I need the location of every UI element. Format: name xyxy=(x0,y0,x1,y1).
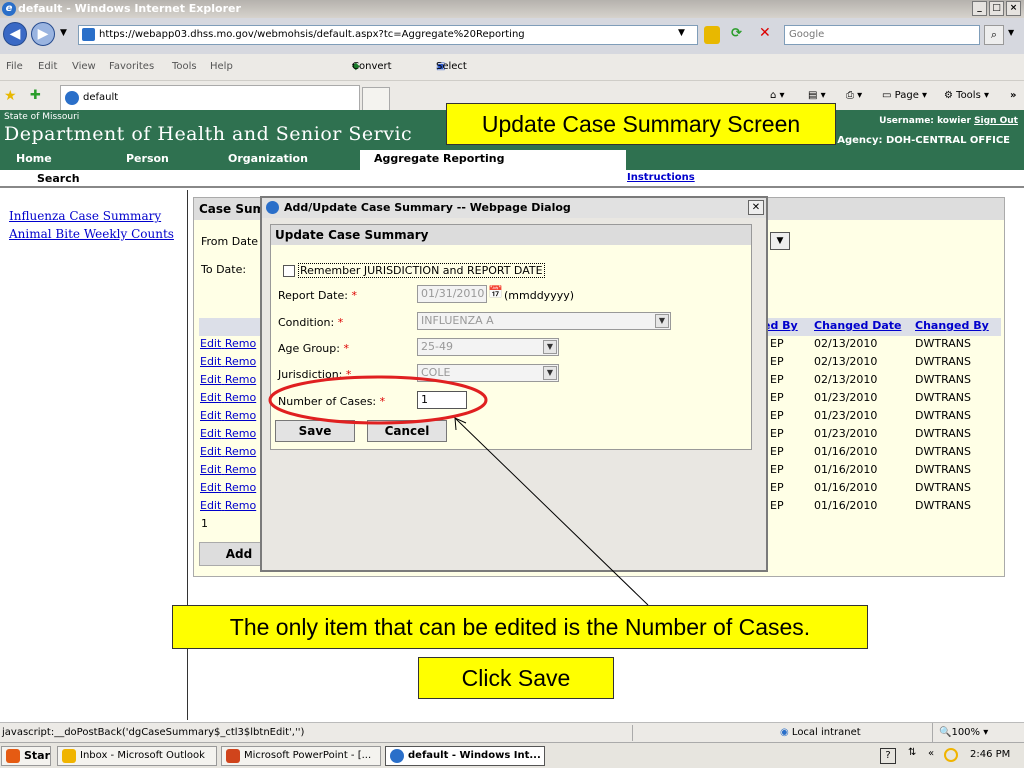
zoom-control[interactable]: 🔍100% ▾ xyxy=(932,723,988,742)
zone-indicator[interactable]: ◉ Local intranet xyxy=(780,723,861,742)
globe-icon: ◉ xyxy=(780,727,789,738)
callout-title: Update Case Summary Screen xyxy=(446,103,836,145)
ie-icon xyxy=(390,749,404,763)
taskbar-item-powerpoint[interactable]: Microsoft PowerPoint - [... xyxy=(221,746,381,766)
outlook-icon xyxy=(62,749,76,763)
help-icon[interactable]: ? xyxy=(880,748,896,764)
powerpoint-icon xyxy=(226,749,240,763)
taskbar-item-label: Microsoft PowerPoint - [... xyxy=(244,750,372,761)
callout-editable-note: The only item that can be edited is the … xyxy=(172,605,868,649)
status-text: javascript:__doPostBack('dgCaseSummary$_… xyxy=(2,727,305,738)
tray-network-icon[interactable]: ⇅ xyxy=(908,747,916,758)
taskbar-item-ie[interactable]: default - Windows Int... xyxy=(385,746,545,766)
start-label: Start xyxy=(24,749,51,762)
tray-expand-icon[interactable]: « xyxy=(928,748,934,759)
taskbar-item-label: default - Windows Int... xyxy=(408,750,541,761)
pointer-line xyxy=(454,417,649,606)
start-button[interactable]: Start xyxy=(1,746,51,766)
clock: 2:46 PM xyxy=(970,749,1011,760)
zoom-level: 100% xyxy=(951,727,981,738)
status-bar: javascript:__doPostBack('dgCaseSummary$_… xyxy=(0,722,1024,742)
highlight-ellipse xyxy=(268,375,488,425)
callout-editable-note-text: The only item that can be edited is the … xyxy=(229,614,811,640)
windows-logo-icon xyxy=(6,749,20,763)
taskbar-item-outlook[interactable]: Inbox - Microsoft Outlook xyxy=(57,746,217,766)
status-panes xyxy=(632,725,782,741)
tray-app-icon[interactable] xyxy=(944,748,958,762)
callout-click-save-text: Click Save xyxy=(461,665,571,691)
taskbar: Start Inbox - Microsoft Outlook Microsof… xyxy=(0,742,1024,768)
callout-title-text: Update Case Summary Screen xyxy=(481,111,801,137)
callout-click-save: Click Save xyxy=(418,657,614,699)
zoom-icon: 🔍 xyxy=(939,727,952,738)
taskbar-item-label: Inbox - Microsoft Outlook xyxy=(80,750,205,761)
zone-label: Local intranet xyxy=(791,727,861,738)
